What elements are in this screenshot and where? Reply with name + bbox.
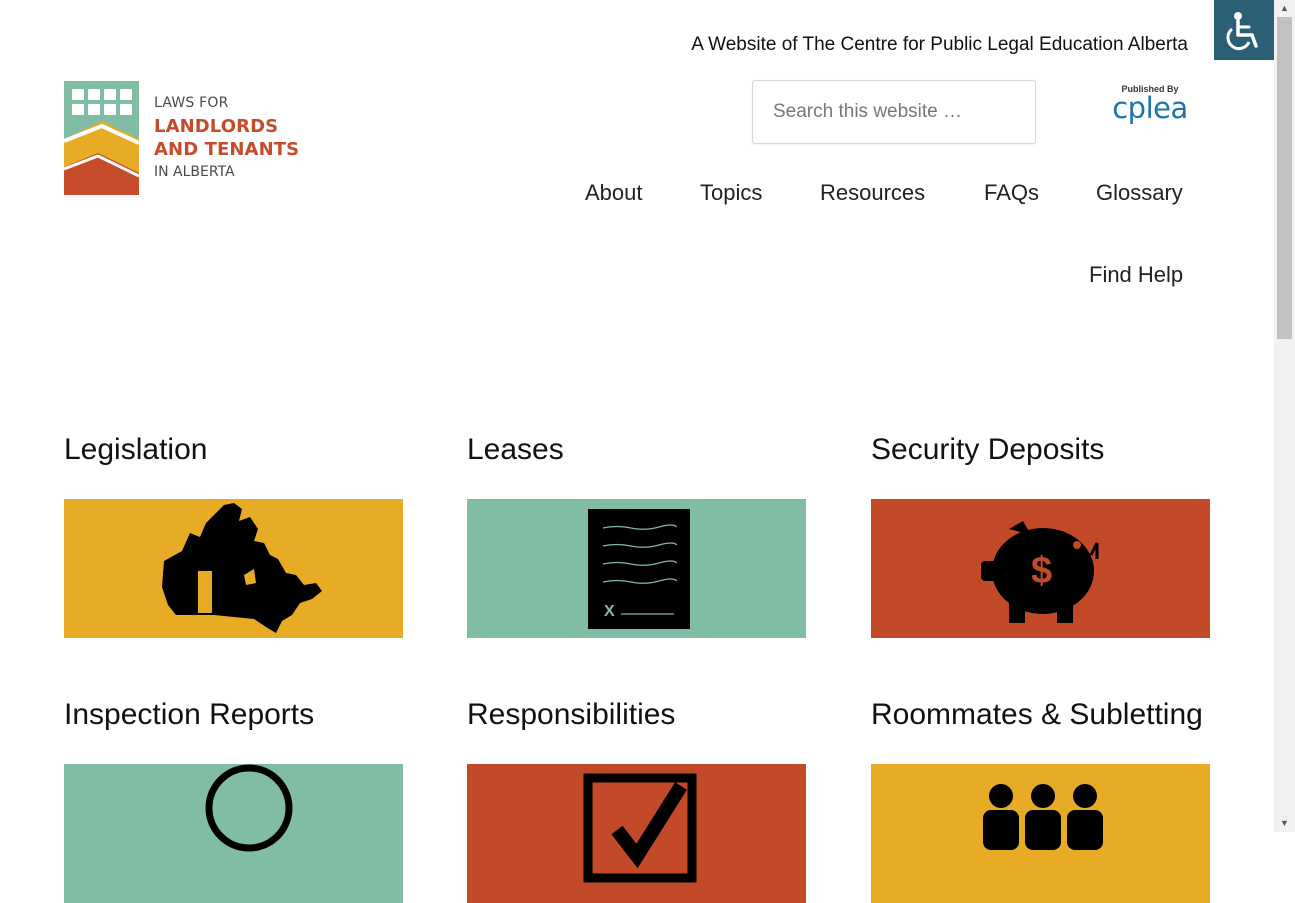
nav-faqs[interactable]: FAQs [984,180,1039,206]
logo-text[interactable]: LAWS FOR LANDLORDS AND TENANTS IN ALBERT… [154,92,299,184]
card-image-responsibilities[interactable] [467,764,806,903]
card-image-inspection-reports[interactable] [64,764,403,903]
house-logo-icon [64,81,140,195]
card-image-legislation[interactable] [64,499,403,638]
svg-text:$: $ [1031,550,1052,592]
scrollbar-thumb[interactable] [1277,17,1292,339]
logo-line-2: LANDLORDS [154,116,279,137]
card-title-legislation[interactable]: Legislation [64,433,207,467]
card-title-responsibilities[interactable]: Responsibilities [467,698,675,732]
magnifying-glass-icon [205,764,293,852]
nav-topics[interactable]: Topics [700,180,762,206]
nav-glossary[interactable]: Glossary [1096,180,1183,206]
logo-line-1: LAWS FOR [154,95,229,111]
svg-text:X: X [604,603,615,620]
card-title-leases[interactable]: Leases [467,433,564,467]
checkbox-icon [583,773,697,883]
cplea-brand: cplea [1112,91,1188,125]
piggy-bank-icon: $ [981,521,1099,623]
canada-map-icon [162,503,322,633]
nav-resources[interactable]: Resources [820,180,925,206]
logo-line-3: AND TENANTS [154,139,300,160]
scroll-up-arrow-icon[interactable]: ▲ [1274,0,1295,17]
wheelchair-icon [1226,12,1258,51]
search-input[interactable] [752,80,1036,144]
scroll-down-arrow-icon[interactable]: ▼ [1274,815,1295,832]
accessibility-button[interactable] [1214,0,1274,60]
nav-about[interactable]: About [585,180,643,206]
people-icon [983,784,1103,850]
cplea-logo[interactable]: Published By cplea [1108,84,1192,124]
nav-find-help[interactable]: Find Help [1089,262,1183,288]
card-title-inspection-reports[interactable]: Inspection Reports [64,698,314,732]
logo-line-4: IN ALBERTA [154,164,235,180]
card-image-leases[interactable]: X [467,499,806,638]
card-image-security-deposits[interactable]: $ [871,499,1210,638]
card-image-roommates-subletting[interactable] [871,764,1210,903]
site-tagline: A Website of The Centre for Public Legal… [691,34,1188,55]
lease-document-icon: X [588,509,690,629]
card-title-roommates-subletting[interactable]: Roommates & Subletting [871,698,1203,732]
card-title-security-deposits[interactable]: Security Deposits [871,433,1104,467]
